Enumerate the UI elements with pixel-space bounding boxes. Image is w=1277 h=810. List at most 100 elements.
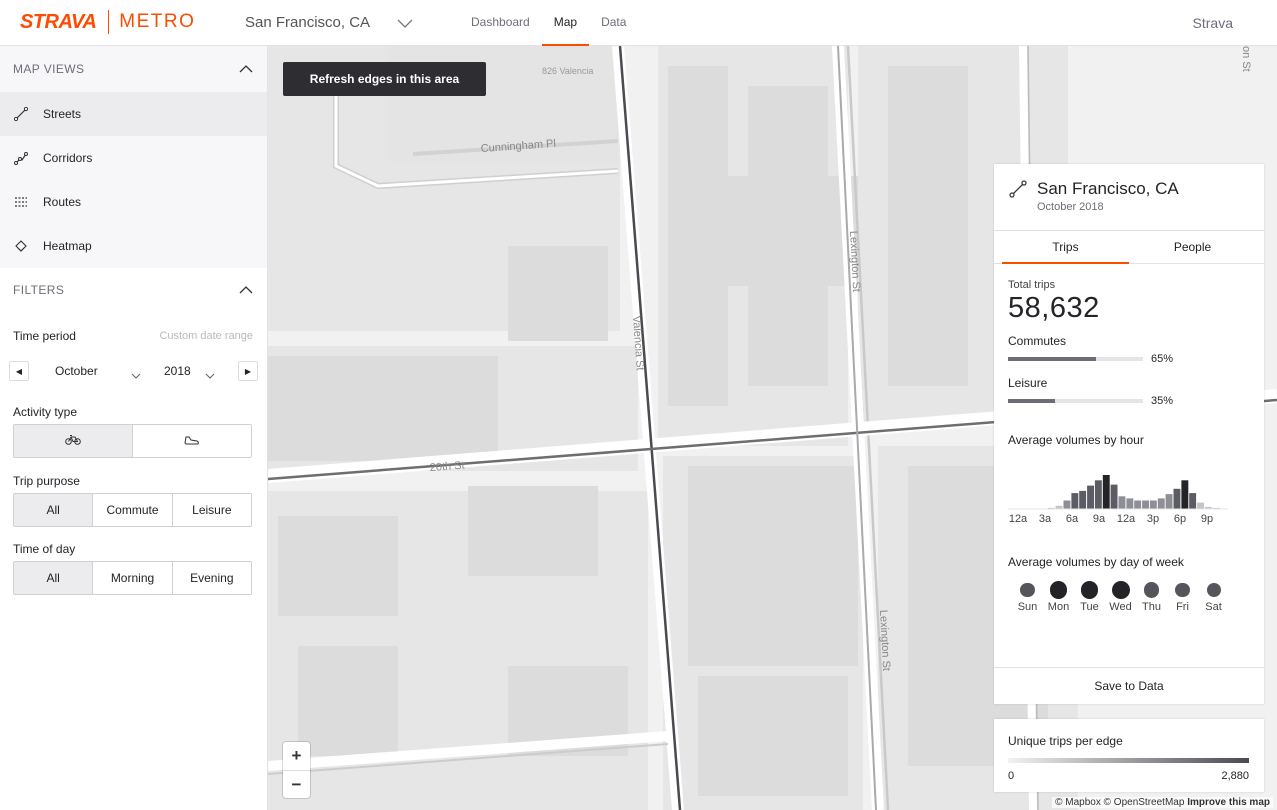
period-selector: ◀ October 2018 ▶ — [0, 361, 267, 385]
hour-tick-label: 12a — [1116, 513, 1136, 525]
hour-bar — [1063, 500, 1071, 509]
hour-bar — [1134, 500, 1142, 509]
city-selector-label: San Francisco, CA — [245, 14, 371, 31]
leisure-percent: 35% — [1151, 395, 1174, 407]
dow-item: Sat — [1198, 581, 1229, 613]
activity-type-toggle — [13, 424, 252, 458]
hour-bar — [1079, 490, 1087, 509]
dow-label: Sun — [1017, 601, 1038, 613]
zoom-in-button[interactable]: + — [283, 742, 310, 770]
total-trips-label: Total trips — [1008, 279, 1056, 291]
time-of-day-toggle: All Morning Evening — [13, 561, 252, 595]
refresh-edges-button[interactable]: Refresh edges in this area — [283, 62, 486, 96]
run-shoe-icon — [184, 434, 200, 448]
map-label-corner: on St — [1240, 46, 1252, 72]
strava-link[interactable]: Strava — [1193, 15, 1233, 31]
time-of-day-morning[interactable]: Morning — [92, 562, 172, 594]
view-corridors[interactable]: Corridors — [0, 136, 267, 180]
dow-dot — [1080, 581, 1099, 599]
caret-left-icon: ◀ — [15, 366, 23, 376]
hour-volume-svg — [1008, 475, 1228, 510]
time-of-day-label: Time of day — [13, 542, 76, 556]
panel-tabs: Trips People — [994, 231, 1264, 264]
nav-map[interactable]: Map — [541, 0, 590, 46]
chevron-up-icon — [239, 283, 253, 297]
dow-label: Tue — [1080, 601, 1099, 613]
dow-item: Thu — [1136, 581, 1167, 613]
trip-purpose-leisure[interactable]: Leisure — [171, 494, 251, 526]
view-routes[interactable]: Routes — [0, 180, 267, 224]
area-info-panel: San Francisco, CA October 2018 Trips Peo… — [994, 164, 1264, 704]
hour-tick-label: 3a — [1038, 513, 1052, 525]
view-streets-label: Streets — [43, 107, 82, 121]
hour-bar — [1071, 493, 1079, 509]
activity-type-label: Activity type — [13, 405, 78, 419]
city-selector[interactable]: San Francisco, CA — [245, 14, 413, 31]
hour-bar — [1189, 493, 1197, 509]
sidebar: MAP VIEWS Streets Corridors Routes Heatm… — [0, 46, 268, 810]
map-views-header[interactable]: MAP VIEWS — [0, 46, 267, 92]
view-streets[interactable]: Streets — [0, 92, 267, 136]
dow-dot — [1206, 583, 1221, 597]
dow-item: Wed — [1105, 581, 1136, 613]
tab-people[interactable]: People — [1129, 231, 1256, 263]
time-period-row: Time period Custom date range — [0, 326, 267, 346]
total-trips-value: 58,632 — [1008, 292, 1100, 324]
dow-label: Sat — [1205, 601, 1222, 613]
hour-chart-title: Average volumes by hour — [1008, 433, 1144, 447]
map-legend: Unique trips per edge 0 2,880 — [994, 719, 1264, 792]
attribution-mapbox[interactable]: © Mapbox — [1055, 797, 1101, 808]
tab-trips[interactable]: Trips — [1002, 231, 1129, 264]
time-of-day-all[interactable]: All — [14, 562, 93, 594]
streets-icon — [14, 107, 28, 121]
hour-bar — [1126, 498, 1134, 509]
trip-purpose-all[interactable]: All — [14, 494, 93, 526]
trip-purpose-commute[interactable]: Commute — [92, 494, 172, 526]
dow-item: Tue — [1074, 581, 1105, 613]
zoom-control: + − — [283, 742, 310, 798]
dow-label: Mon — [1047, 601, 1070, 613]
strava-metro-logo[interactable]: STRAVA METRO — [20, 10, 195, 34]
chevron-down-icon — [205, 366, 215, 384]
dow-item: Sun — [1012, 581, 1043, 613]
leisure-bar-fill — [1008, 399, 1056, 403]
logo-strava-text: STRAVA — [20, 10, 97, 33]
filters-header[interactable]: FILTERS — [0, 268, 267, 312]
hour-bar — [1197, 502, 1204, 509]
hour-bar — [1142, 500, 1149, 509]
hour-bar — [1094, 480, 1102, 509]
dow-dot — [1111, 581, 1130, 599]
dow-item: Fri — [1167, 581, 1198, 613]
attribution-improve[interactable]: Improve this map — [1187, 797, 1270, 808]
commutes-bar — [1008, 357, 1143, 361]
dow-volume-chart: Sun Mon Tue Wed Thu Fri Sat — [1008, 581, 1250, 613]
month-select[interactable]: October — [55, 364, 98, 378]
hour-tick-label: 3p — [1146, 513, 1160, 525]
custom-date-range-link[interactable]: Custom date range — [159, 330, 253, 342]
hour-tick-label: 6a — [1065, 513, 1079, 525]
previous-period-button[interactable]: ◀ — [9, 361, 29, 381]
nav-data[interactable]: Data — [601, 0, 626, 46]
leisure-bar — [1008, 399, 1143, 403]
attribution-osm[interactable]: © OpenStreetMap — [1104, 797, 1185, 808]
hour-bar — [1087, 485, 1094, 509]
hour-bar — [1173, 488, 1181, 509]
view-heatmap[interactable]: Heatmap — [0, 224, 267, 268]
commutes-percent: 65% — [1151, 353, 1174, 365]
zoom-out-button[interactable]: − — [283, 770, 310, 798]
time-of-day-evening[interactable]: Evening — [171, 562, 251, 594]
hour-bar — [1149, 500, 1157, 509]
hour-tick-label: 9p — [1200, 513, 1214, 525]
time-period-label: Time period — [13, 329, 76, 343]
save-to-data-button[interactable]: Save to Data — [994, 667, 1264, 704]
activity-run-option[interactable] — [132, 425, 251, 457]
streets-icon — [1009, 180, 1027, 203]
trip-purpose-toggle: All Commute Leisure — [13, 493, 252, 527]
dow-label: Fri — [1176, 601, 1189, 613]
year-select[interactable]: 2018 — [164, 364, 191, 378]
activity-ride-option[interactable] — [14, 425, 132, 457]
map-label-address: 826 Valencia — [542, 66, 593, 76]
next-period-button[interactable]: ▶ — [238, 361, 258, 381]
view-heatmap-label: Heatmap — [43, 239, 92, 253]
nav-dashboard[interactable]: Dashboard — [471, 0, 530, 46]
